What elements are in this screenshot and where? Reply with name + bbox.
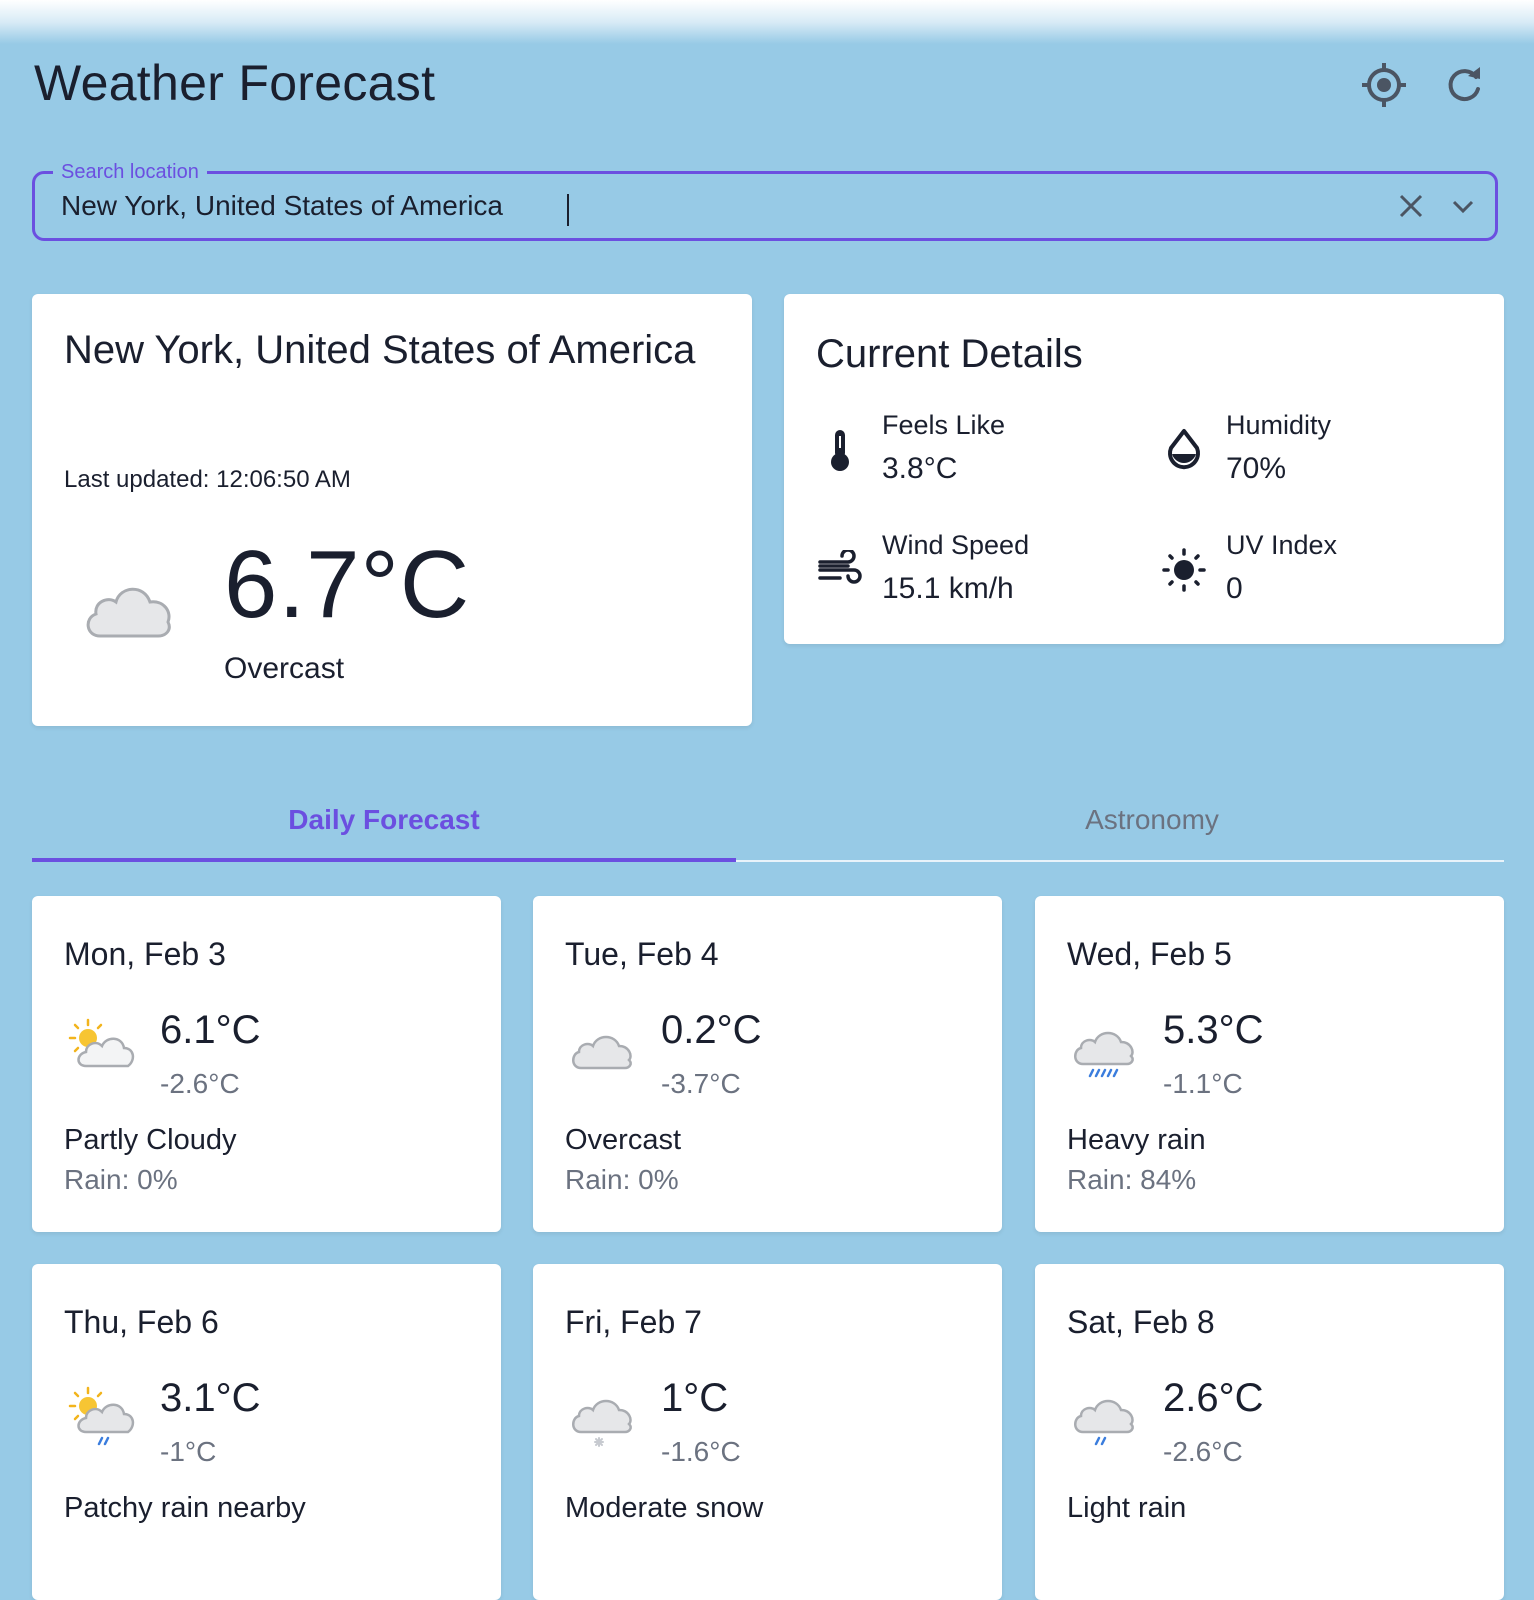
forecast-date: Thu, Feb 6	[64, 1304, 219, 1340]
detail-value: 15.1 km/h	[882, 572, 1014, 605]
forecast-date: Mon, Feb 3	[64, 936, 226, 972]
open-suggestions-button[interactable]	[1443, 186, 1483, 226]
wind-icon	[818, 548, 862, 592]
forecast-max-temp: 2.6°C	[1163, 1376, 1264, 1420]
close-icon	[1399, 194, 1423, 218]
sun-cloud-rain-icon	[68, 1386, 135, 1446]
tab-daily-forecast[interactable]: Daily Forecast	[32, 780, 736, 860]
forecast-card: Wed, Feb 5 5.3°C -1.1°C Heavy rain Rain:…	[1035, 896, 1504, 1232]
detail-label: Humidity	[1226, 410, 1332, 440]
forecast-card: Sat, Feb 8 2.6°C -2.6°C Light rain	[1035, 1264, 1504, 1600]
forecast-condition: Moderate snow	[565, 1492, 764, 1524]
overcast-cloud-icon	[86, 587, 171, 638]
details-title: Current Details	[816, 332, 1083, 376]
forecast-date: Wed, Feb 5	[1067, 936, 1232, 972]
forecast-max-temp: 6.1°C	[160, 1008, 261, 1052]
forecast-min-temp: -1.6°C	[661, 1436, 741, 1467]
current-temperature: 6.7°C	[224, 531, 471, 638]
forecast-max-temp: 1°C	[661, 1376, 729, 1420]
forecast-card: Thu, Feb 6 3.1°C -1°C Patchy rain nearby	[32, 1264, 501, 1600]
heavy-rain-icon	[1074, 1031, 1134, 1078]
forecast-rain-chance: Rain: 0%	[565, 1164, 679, 1195]
forecast-max-temp: 3.1°C	[160, 1376, 261, 1420]
clear-search-button[interactable]	[1391, 186, 1431, 226]
forecast-max-temp: 0.2°C	[661, 1008, 762, 1052]
water-drop-icon	[1162, 428, 1206, 472]
location-search-field[interactable]: Search location	[32, 161, 1498, 241]
forecast-min-temp: -3.7°C	[661, 1068, 741, 1099]
forecast-card: Tue, Feb 4 0.2°C -3.7°C Overcast Rain: 0…	[533, 896, 1002, 1232]
forecast-card: Fri, Feb 7 1°C -1.6°C Moderate snow	[533, 1264, 1002, 1600]
refresh-icon	[1448, 67, 1480, 102]
text-caret	[567, 194, 569, 226]
refresh-button[interactable]	[1437, 58, 1491, 112]
detail-value: 0	[1226, 572, 1243, 605]
forecast-rain-chance: Rain: 0%	[64, 1164, 178, 1195]
detail-label: UV Index	[1226, 530, 1338, 560]
forecast-min-temp: -1.1°C	[1163, 1068, 1243, 1099]
partly-cloudy-icon	[68, 1018, 135, 1068]
detail-label: Feels Like	[882, 410, 1006, 440]
forecast-tabs: Daily Forecast Astronomy	[32, 780, 1504, 862]
sun-icon	[1162, 548, 1206, 592]
forecast-max-temp: 5.3°C	[1163, 1008, 1264, 1052]
forecast-card: Mon, Feb 3 6.1°C -2.6°C Partly Cloudy Ra…	[32, 896, 501, 1232]
forecast-date: Tue, Feb 4	[565, 936, 719, 972]
app-title: Weather Forecast	[34, 55, 436, 111]
forecast-min-temp: -2.6°C	[1163, 1436, 1243, 1467]
detail-value: 3.8°C	[882, 452, 958, 485]
current-weather-card: New York, United States of America Last …	[32, 294, 752, 726]
forecast-condition: Partly Cloudy	[64, 1124, 237, 1156]
forecast-date: Sat, Feb 8	[1067, 1304, 1215, 1340]
location-name: New York, United States of America	[64, 328, 696, 372]
current-details-card: Current Details Feels Like 3.8°C Humidit…	[784, 294, 1504, 644]
forecast-min-temp: -1°C	[160, 1436, 217, 1467]
window-top-edge	[0, 0, 1534, 44]
overcast-cloud-icon	[572, 1035, 632, 1070]
detail-label: Wind Speed	[882, 530, 1030, 560]
forecast-rain-chance: Rain: 84%	[1067, 1164, 1197, 1195]
light-rain-icon	[1074, 1399, 1134, 1446]
forecast-condition: Heavy rain	[1067, 1124, 1206, 1156]
forecast-condition: Patchy rain nearby	[64, 1492, 306, 1524]
forecast-date: Fri, Feb 7	[565, 1304, 702, 1340]
my-location-icon	[1362, 63, 1406, 107]
chevron-down-icon	[1452, 200, 1474, 214]
tab-astronomy[interactable]: Astronomy	[800, 780, 1504, 860]
forecast-min-temp: -2.6°C	[160, 1068, 240, 1099]
detail-value: 70%	[1226, 452, 1287, 485]
my-location-button[interactable]	[1357, 58, 1411, 112]
location-search-input[interactable]	[61, 174, 1361, 238]
forecast-condition: Light rain	[1067, 1492, 1187, 1524]
active-tab-indicator	[32, 858, 736, 862]
last-updated: Last updated: 12:06:50 AM	[64, 466, 351, 493]
snow-cloud-icon	[572, 1399, 632, 1447]
current-condition: Overcast	[224, 652, 345, 685]
thermometer-icon	[818, 428, 862, 472]
forecast-condition: Overcast	[565, 1124, 682, 1156]
